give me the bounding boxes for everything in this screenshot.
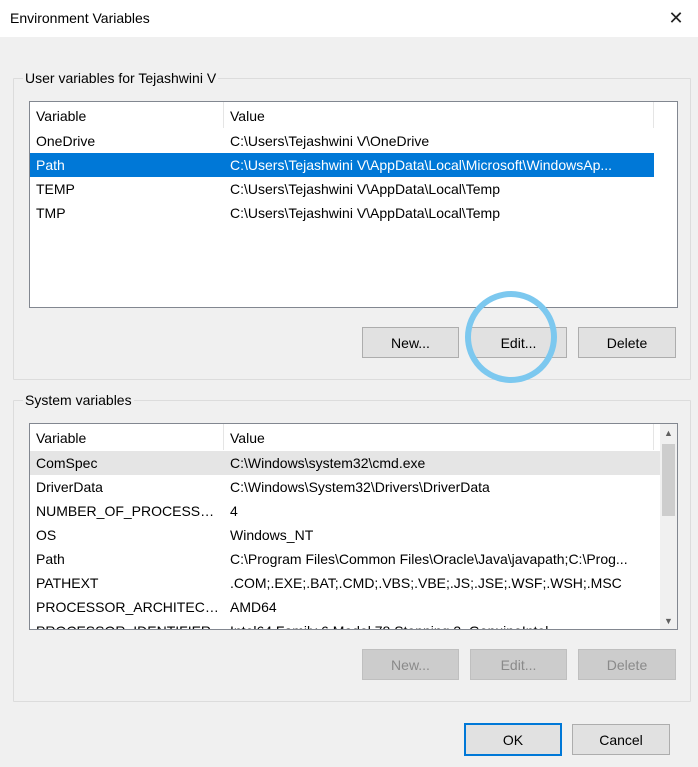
variable-name-cell: PROCESSOR_IDENTIFIER bbox=[30, 619, 224, 629]
variable-value-cell: C:\Users\Tejashwini V\OneDrive bbox=[230, 133, 430, 149]
variable-name-cell: OS bbox=[36, 527, 57, 543]
vertical-scrollbar[interactable]: ▲ ▼ bbox=[660, 424, 677, 629]
close-icon[interactable]: ✕ bbox=[660, 3, 692, 33]
system-edit-button[interactable]: Edit... bbox=[470, 649, 567, 680]
column-header-variable[interactable]: Variable bbox=[30, 102, 224, 128]
column-header-value[interactable]: Value bbox=[224, 102, 654, 128]
table-row[interactable]: NUMBER_OF_PROCESSORS 4 bbox=[30, 499, 660, 523]
table-row[interactable]: TEMP C:\Users\Tejashwini V\AppData\Local\… bbox=[30, 177, 654, 201]
variable-name-cell: Path bbox=[36, 551, 65, 567]
table-row[interactable]: PROCESSOR_ARCHITECTU... AMD64 bbox=[30, 595, 660, 619]
user-variables-list[interactable]: Variable Value OneDrive C:\Users\Tejashwi… bbox=[29, 101, 678, 308]
variable-value-cell: C:\Users\Tejashwini V\AppData\Local\Micr… bbox=[230, 157, 613, 173]
column-header-variable[interactable]: Variable bbox=[30, 424, 224, 450]
table-row[interactable]: PATHEXT .COM;.EXE;.BAT;.CMD;.VBS;.VBE;.JS… bbox=[30, 571, 660, 595]
variable-name-cell: TMP bbox=[36, 205, 66, 221]
variable-value-cell: C:\Program Files\Common Files\Oracle\Jav… bbox=[230, 551, 628, 567]
variable-name-cell: NUMBER_OF_PROCESSORS bbox=[36, 503, 224, 519]
variable-value-cell: C:\Users\Tejashwini V\AppData\Local\Temp bbox=[230, 205, 501, 221]
scroll-up-icon[interactable]: ▲ bbox=[660, 424, 677, 441]
variable-name-cell: Path bbox=[36, 157, 65, 173]
variable-value-cell: C:\Windows\System32\Drivers\DriverData bbox=[230, 479, 490, 495]
cancel-button[interactable]: Cancel bbox=[572, 724, 670, 755]
table-row[interactable]: PROCESSOR_IDENTIFIERIntel64 Family 6 Mod… bbox=[30, 619, 660, 629]
scrollbar-thumb[interactable] bbox=[662, 444, 675, 516]
system-variables-label: System variables bbox=[23, 391, 134, 409]
list-header: Variable Value bbox=[30, 102, 677, 128]
variable-value-cell: Windows_NT bbox=[230, 527, 314, 543]
variable-value-cell: AMD64 bbox=[230, 599, 277, 615]
table-row[interactable]: Path C:\Program Files\Common Files\Oracle… bbox=[30, 547, 660, 571]
user-new-button[interactable]: New... bbox=[362, 327, 459, 358]
system-variables-list[interactable]: Variable Value ComSpec C:\Windows\system3… bbox=[29, 423, 678, 630]
ok-button[interactable]: OK bbox=[464, 723, 562, 756]
variable-value-cell: .COM;.EXE;.BAT;.CMD;.VBS;.VBE;.JS;.JSE;.… bbox=[230, 575, 622, 591]
variable-value-cell: Intel64 Family 6 Model 78 Stepping 3, Ge… bbox=[224, 619, 660, 629]
user-edit-button[interactable]: Edit... bbox=[470, 327, 567, 358]
window-title: Environment Variables bbox=[10, 10, 150, 26]
variable-name-cell: ComSpec bbox=[36, 455, 98, 471]
table-row[interactable]: Path C:\Users\Tejashwini V\AppData\Local\… bbox=[30, 153, 654, 177]
table-row[interactable]: OneDrive C:\Users\Tejashwini V\OneDrive bbox=[30, 129, 654, 153]
scroll-down-icon[interactable]: ▼ bbox=[660, 612, 677, 629]
variable-name-cell: TEMP bbox=[36, 181, 75, 197]
variable-value-cell: C:\Users\Tejashwini V\AppData\Local\Temp bbox=[230, 181, 501, 197]
system-new-button[interactable]: New... bbox=[362, 649, 459, 680]
variable-value-cell: C:\Windows\system32\cmd.exe bbox=[230, 455, 426, 471]
table-row[interactable]: TMP C:\Users\Tejashwini V\AppData\Local\T… bbox=[30, 201, 654, 225]
variable-name-cell: PROCESSOR_ARCHITECTU... bbox=[36, 599, 224, 615]
list-header: Variable Value bbox=[30, 424, 660, 450]
system-delete-button[interactable]: Delete bbox=[578, 649, 676, 680]
variable-value-cell: 4 bbox=[230, 503, 238, 519]
table-row[interactable]: OS Windows_NT bbox=[30, 523, 660, 547]
table-row[interactable]: DriverData C:\Windows\System32\Drivers\Dr… bbox=[30, 475, 660, 499]
user-variables-label: User variables for Tejashwini V bbox=[23, 69, 219, 87]
variable-name-cell: OneDrive bbox=[36, 133, 96, 149]
variable-name-cell: PATHEXT bbox=[36, 575, 99, 591]
column-header-value[interactable]: Value bbox=[224, 424, 654, 450]
user-delete-button[interactable]: Delete bbox=[578, 327, 676, 358]
title-bar: Environment Variables ✕ bbox=[0, 0, 698, 37]
table-row[interactable]: ComSpec C:\Windows\system32\cmd.exe bbox=[30, 451, 660, 475]
variable-name-cell: DriverData bbox=[36, 479, 103, 495]
